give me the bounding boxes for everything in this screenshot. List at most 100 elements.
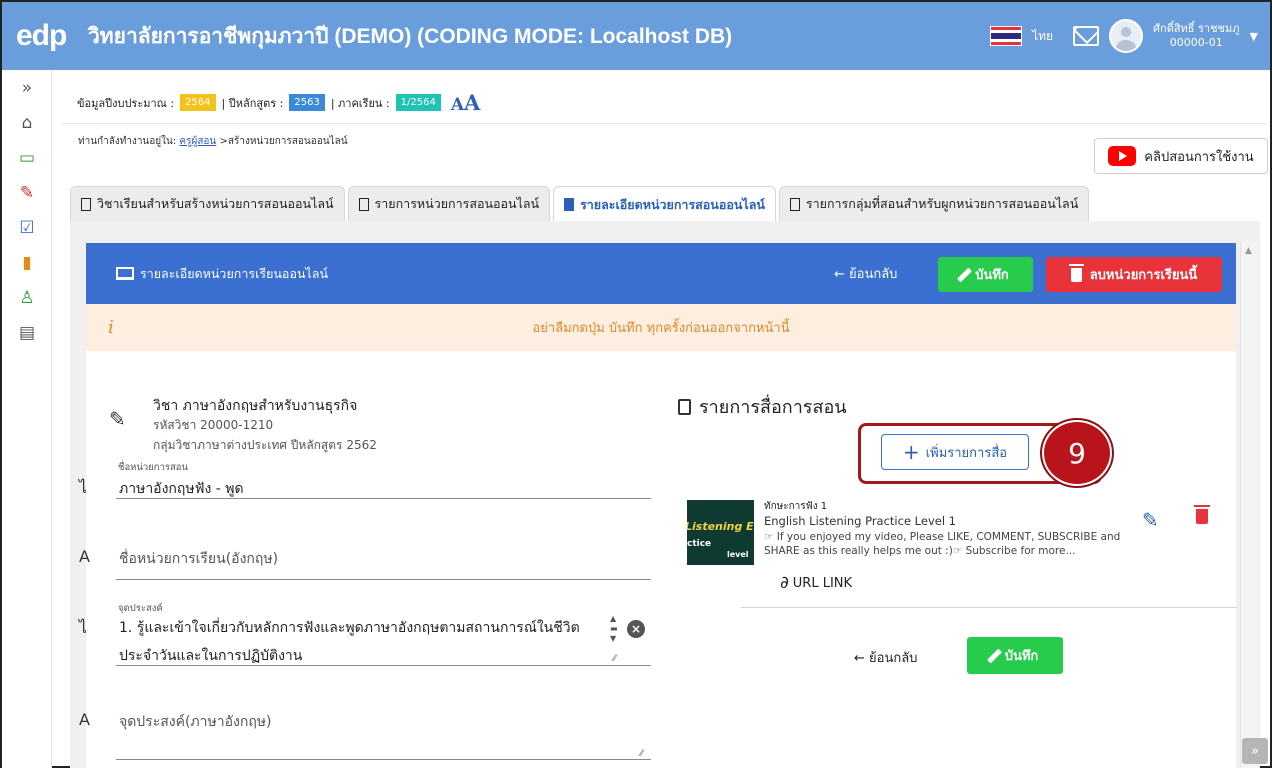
app-logo[interactable]: edp bbox=[16, 19, 88, 53]
breadcrumb: ท่านกำลังทำงานอยู่ใน: ครูผู้สอน >สร้างหน… bbox=[78, 134, 348, 149]
sidebar: » ⌂ ▭ ✎ ☑ ▮ ♙ ▤ bbox=[2, 70, 52, 768]
user-menu[interactable]: ศักดิ์สิทธิ์ ราชชมภู 00000-01 bbox=[1153, 22, 1239, 50]
resize-handle-icon[interactable]: ⁄⁄ bbox=[613, 654, 616, 664]
english-input-icon: A bbox=[79, 710, 90, 729]
document-icon bbox=[81, 197, 91, 211]
tab-subjects[interactable]: วิชาเรียนสำหรับสร้างหน่วยการสอนออนไลน์ bbox=[70, 186, 345, 221]
monitor-icon bbox=[116, 267, 134, 280]
subject-title: วิชา ภาษาอังกฤษสำหรับงานธุรกิจ bbox=[153, 398, 358, 414]
unit-name-label: ชื่อหน่วยการสอน bbox=[118, 462, 188, 473]
back-button-bottom[interactable]: ← ย้อนกลับ bbox=[854, 647, 917, 668]
semester-label: | ภาคเรียน : bbox=[330, 96, 390, 110]
thai-input-icon: ไ bbox=[79, 618, 88, 637]
media-item-title: English Listening Practice Level 1 bbox=[764, 514, 957, 528]
user-name: ศักดิ์สิทธิ์ ราชชมภู bbox=[1153, 22, 1240, 35]
tab-label: รายละเอียดหน่วยการสอนออนไลน์ bbox=[580, 196, 765, 212]
breadcrumb-link-teacher[interactable]: ครูผู้สอน bbox=[179, 136, 216, 147]
archive-icon[interactable]: ▤ bbox=[2, 315, 52, 350]
mail-icon[interactable] bbox=[1073, 26, 1100, 46]
video-thumbnail[interactable]: Listening Eng ctice level bbox=[687, 500, 754, 565]
purpose-en-underline bbox=[116, 759, 651, 760]
font-size-large-button[interactable]: A bbox=[464, 90, 480, 115]
resize-handle-icon[interactable]: ⁄⁄ bbox=[640, 749, 643, 759]
chevron-down-icon[interactable]: ▼ bbox=[1250, 30, 1258, 43]
delete-unit-button[interactable]: ลบหน่วยการเรียนนี้ bbox=[1046, 257, 1222, 292]
save-label: บันทึก bbox=[1004, 649, 1039, 664]
clear-icon[interactable]: × bbox=[627, 620, 645, 638]
purpose-textarea[interactable]: 1. รู้และเข้าใจเกี่ยวกับหลักการฟังและพูด… bbox=[119, 614, 609, 670]
delete-unit-label: ลบหน่วยการเรียนนี้ bbox=[1089, 268, 1198, 283]
delete-media-icon[interactable] bbox=[1194, 505, 1210, 524]
save-button[interactable]: บันทึก bbox=[938, 257, 1033, 292]
unit-detail-title-text: รายละเอียดหน่วยการเรียนออนไลน์ bbox=[140, 265, 328, 281]
edit-media-icon[interactable]: ✎ bbox=[1142, 508, 1159, 532]
tutorial-video-button[interactable]: คลิปสอนการใช้งาน bbox=[1094, 138, 1268, 174]
url-link[interactable]: ∂ URL LINK bbox=[780, 573, 852, 593]
divider bbox=[741, 607, 1237, 608]
add-media-button[interactable]: + เพิ่มรายการสื่อ bbox=[881, 434, 1029, 470]
tab-bar: วิชาเรียนสำหรับสร้างหน่วยการสอนออนไลน์ ร… bbox=[70, 186, 1090, 222]
purpose-en-textarea[interactable]: จุดประสงค์(ภาษาอังกฤษ) bbox=[119, 711, 272, 733]
save-button-bottom[interactable]: บันทึก bbox=[967, 637, 1063, 674]
step-number-badge: 9 bbox=[1042, 420, 1112, 486]
language-label[interactable]: ไทย bbox=[1032, 27, 1053, 46]
home-icon[interactable]: ⌂ bbox=[2, 105, 52, 140]
tab-label: รายการกลุ่มที่สอนสำหรับผูกหน่วยการสอนออน… bbox=[805, 196, 1079, 211]
font-size-small-button[interactable]: A bbox=[451, 95, 464, 115]
save-reminder-banner: i อย่าลืมกดปุ่ม บันทึก ทุกครั้งก่อนออกจา… bbox=[86, 304, 1236, 351]
scrollbar[interactable]: ▲ bbox=[1240, 242, 1258, 768]
unit-name-en-input[interactable]: ชื่อหน่วยการเรียน(อังกฤษ) bbox=[119, 548, 278, 570]
link-icon: ∂ bbox=[780, 573, 789, 593]
checkbox-icon[interactable]: ☑ bbox=[2, 210, 52, 245]
curriculum-year-badge[interactable]: 2563 bbox=[289, 94, 325, 111]
expand-icon[interactable]: » bbox=[2, 70, 52, 105]
tab-label: วิชาเรียนสำหรับสร้างหน่วยการสอนออนไลน์ bbox=[97, 196, 334, 211]
unit-name-underline bbox=[116, 498, 651, 499]
scroll-up-icon[interactable]: ▲ bbox=[1245, 246, 1252, 256]
pencil-icon bbox=[957, 267, 973, 282]
purpose-underline bbox=[116, 665, 651, 666]
tab-label: รายการหน่วยการสอนออนไลน์ bbox=[374, 196, 540, 211]
breadcrumb-prefix: ท่านกำลังทำงานอยู่ใน: bbox=[78, 136, 177, 147]
youtube-play-icon bbox=[1108, 146, 1137, 166]
plus-icon: + bbox=[902, 440, 920, 464]
thai-flag-icon[interactable] bbox=[990, 26, 1023, 46]
thumbnail-text: ctice bbox=[687, 539, 712, 549]
edit-subject-icon: ✎ bbox=[109, 407, 126, 431]
curriculum-year-label: | ปีหลักสูตร : bbox=[221, 96, 284, 110]
unit-name-input[interactable]: ภาษาอังกฤษฟัง - พูด bbox=[119, 478, 244, 500]
books-icon[interactable]: ▮ bbox=[2, 245, 52, 280]
semester-badge[interactable]: 1/2564 bbox=[395, 94, 441, 111]
tab-teaching-groups[interactable]: รายการกลุ่มที่สอนสำหรับผูกหน่วยการสอนออน… bbox=[778, 186, 1090, 221]
scroll-spinner-icon[interactable]: ▲ ▬ ▼ bbox=[610, 614, 618, 644]
thumbnail-text: level bbox=[727, 550, 749, 559]
breadcrumb-current: >สร้างหน่วยการสอนออนไลน์ bbox=[219, 136, 348, 147]
top-right-area: ไทย ศักดิ์สิทธิ์ ราชชมภู 00000-01 ▼ bbox=[990, 2, 1258, 70]
thai-input-icon: ไ bbox=[79, 478, 88, 497]
tutorial-video-label: คลิปสอนการใช้งาน bbox=[1144, 149, 1254, 165]
divider bbox=[62, 123, 1268, 124]
media-section-title: รายการสื่อการสอน bbox=[678, 392, 847, 421]
media-item-name: ทักษะการฟัง 1 bbox=[764, 501, 828, 512]
tab-unit-list[interactable]: รายการหน่วยการสอนออนไลน์ bbox=[347, 186, 551, 221]
user-id: 00000-01 bbox=[1169, 36, 1223, 49]
monitor-icon[interactable]: ▭ bbox=[2, 140, 52, 175]
budget-year-badge[interactable]: 2564 bbox=[180, 94, 216, 111]
back-button[interactable]: ← ย้อนกลับ bbox=[834, 263, 897, 284]
pencil-icon[interactable]: ✎ bbox=[2, 175, 52, 210]
top-bar: edp วิทยาลัยการอาชีพกุมภวาปี (DEMO) (COD… bbox=[2, 2, 1270, 70]
add-media-label: เพิ่มรายการสื่อ bbox=[925, 445, 1008, 461]
document-icon bbox=[678, 398, 691, 415]
save-reminder-text: อย่าลืมกดปุ่ม บันทึก ทุกครั้งก่อนออกจากห… bbox=[532, 321, 790, 336]
thumbnail-text: Listening Eng bbox=[687, 520, 754, 533]
unit-name-en-underline bbox=[116, 579, 651, 580]
subject-group: กลุ่มวิชาภาษาต่างประเทศ ปีหลักสูตร 2562 bbox=[153, 438, 377, 452]
tab-unit-details[interactable]: รายละเอียดหน่วยการสอนออนไลน์ bbox=[553, 186, 776, 222]
scroll-to-top-button[interactable]: » bbox=[1242, 738, 1268, 764]
person-icon[interactable]: ♙ bbox=[2, 280, 52, 315]
media-section-title-text: รายการสื่อการสอน bbox=[699, 397, 847, 418]
url-link-label: URL LINK bbox=[792, 575, 853, 591]
document-icon bbox=[789, 197, 800, 211]
year-info-bar: ข้อมูลปีงบประมาณ : 2564 | ปีหลักสูตร : 2… bbox=[77, 90, 480, 115]
avatar[interactable] bbox=[1109, 19, 1144, 53]
